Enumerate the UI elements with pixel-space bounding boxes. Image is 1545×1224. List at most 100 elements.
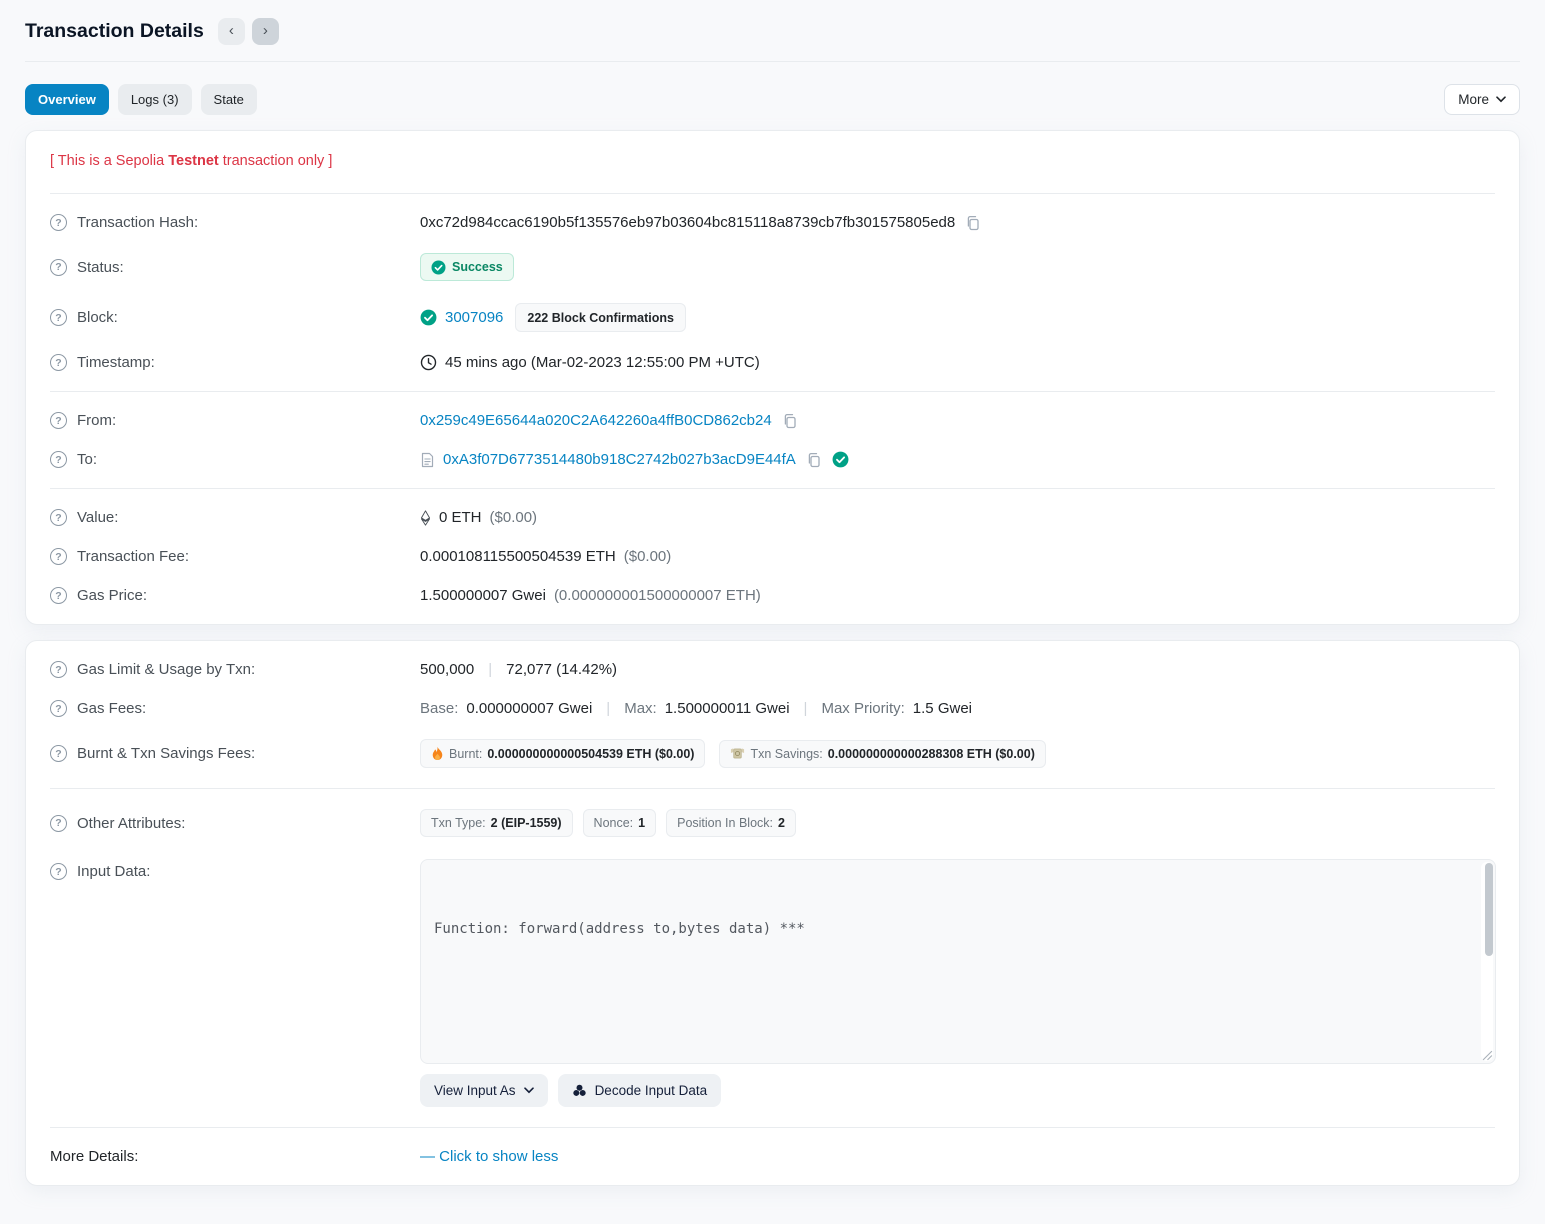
status-label: Status: bbox=[77, 259, 124, 276]
testnet-notice: [ This is a Sepolia Testnet transaction … bbox=[50, 140, 1495, 184]
copy-hash-button[interactable] bbox=[963, 215, 983, 231]
resize-grip[interactable] bbox=[1482, 1050, 1493, 1061]
status-text: Success bbox=[452, 260, 503, 274]
help-icon[interactable]: ? bbox=[50, 509, 67, 526]
transaction-fee-usd: ($0.00) bbox=[624, 548, 672, 565]
next-txn-button[interactable]: › bbox=[252, 18, 279, 45]
check-circle-icon bbox=[420, 309, 437, 326]
max-priority-label: Max Priority: bbox=[821, 700, 904, 717]
page-title: Transaction Details bbox=[25, 20, 204, 43]
clock-icon bbox=[420, 354, 437, 371]
help-icon[interactable]: ? bbox=[50, 451, 67, 468]
copy-icon bbox=[965, 215, 981, 231]
page-header: Transaction Details ‹ › bbox=[25, 18, 1520, 45]
txn-type-value: 2 (EIP-1559) bbox=[491, 816, 562, 830]
gas-limit-label: Gas Limit & Usage by Txn: bbox=[77, 661, 255, 678]
show-less-link[interactable]: — Click to show less bbox=[420, 1148, 558, 1165]
transaction-details-page: Transaction Details ‹ › Overview Logs (3… bbox=[0, 0, 1545, 1186]
help-icon[interactable]: ? bbox=[50, 214, 67, 231]
money-wings-icon bbox=[730, 747, 745, 760]
status-row: ? Status: Success bbox=[50, 242, 1495, 292]
tab-logs[interactable]: Logs (3) bbox=[118, 84, 192, 115]
timestamp-label: Timestamp: bbox=[77, 354, 155, 371]
block-number-link[interactable]: 3007096 bbox=[445, 309, 503, 326]
help-icon[interactable]: ? bbox=[50, 548, 67, 565]
help-icon[interactable]: ? bbox=[50, 863, 67, 880]
status-badge: Success bbox=[420, 253, 514, 281]
gas-fees-label: Gas Fees: bbox=[77, 700, 146, 717]
tab-bar: Overview Logs (3) State More bbox=[25, 84, 1520, 115]
gas-limit-row: ? Gas Limit & Usage by Txn: 500,000 | 72… bbox=[50, 650, 1495, 689]
help-icon[interactable]: ? bbox=[50, 700, 67, 717]
chevron-down-icon bbox=[524, 1087, 534, 1094]
other-attributes-row: ? Other Attributes: Txn Type: 2 (EIP-155… bbox=[50, 798, 1495, 848]
details-card: ? Gas Limit & Usage by Txn: 500,000 | 72… bbox=[25, 640, 1520, 1186]
transaction-fee-row: ? Transaction Fee: 0.000108115500504539 … bbox=[50, 537, 1495, 576]
gas-price-label: Gas Price: bbox=[77, 587, 147, 604]
decode-input-data-button[interactable]: Decode Input Data bbox=[558, 1074, 722, 1107]
header-divider bbox=[25, 61, 1520, 62]
separator: | bbox=[600, 700, 616, 717]
other-attributes-label: Other Attributes: bbox=[77, 815, 185, 832]
from-label: From: bbox=[77, 412, 116, 429]
position-value: 2 bbox=[778, 816, 785, 830]
to-label: To: bbox=[77, 451, 97, 468]
burnt-savings-label: Burnt & Txn Savings Fees: bbox=[77, 745, 255, 762]
burnt-value: 0.000000000000504539 ETH ($0.00) bbox=[487, 747, 694, 761]
tab-overview[interactable]: Overview bbox=[25, 84, 109, 115]
txn-nav: ‹ › bbox=[218, 18, 279, 45]
copy-from-button[interactable] bbox=[780, 413, 800, 429]
help-icon[interactable]: ? bbox=[50, 587, 67, 604]
position-badge: Position In Block: 2 bbox=[666, 809, 796, 837]
transaction-hash-label: Transaction Hash: bbox=[77, 214, 198, 231]
divider bbox=[50, 488, 1495, 489]
chevron-down-icon bbox=[1496, 96, 1506, 103]
divider bbox=[50, 193, 1495, 194]
to-address-link[interactable]: 0xA3f07D6773514480b918C2742b027b3acD9E44… bbox=[443, 451, 796, 468]
gas-used-value: 72,077 (14.42%) bbox=[506, 661, 617, 678]
copy-to-button[interactable] bbox=[804, 452, 824, 468]
more-dropdown-button[interactable]: More bbox=[1444, 84, 1520, 115]
view-input-as-button[interactable]: View Input As bbox=[420, 1074, 548, 1107]
previous-txn-button[interactable]: ‹ bbox=[218, 18, 245, 45]
timestamp-row: ? Timestamp: 45 mins ago (Mar-02-2023 12… bbox=[50, 343, 1495, 382]
tab-state[interactable]: State bbox=[201, 84, 257, 115]
block-row: ? Block: 3007096 222 Block Confirmations bbox=[50, 292, 1495, 343]
gas-limit-value: 500,000 bbox=[420, 661, 474, 678]
txn-savings-value: 0.000000000000288308 ETH ($0.00) bbox=[828, 747, 1035, 761]
value-row: ? Value: 0 ETH ($0.00) bbox=[50, 498, 1495, 537]
block-confirmations-badge: 222 Block Confirmations bbox=[515, 303, 686, 332]
help-icon[interactable]: ? bbox=[50, 354, 67, 371]
more-details-row: More Details: — Click to show less bbox=[50, 1137, 1495, 1176]
value-label: Value: bbox=[77, 509, 118, 526]
gas-price-amount: 1.500000007 Gwei bbox=[420, 587, 546, 604]
from-address-link[interactable]: 0x259c49E65644a020C2A642260a4ffB0CD862cb… bbox=[420, 412, 772, 429]
txn-savings-label: Txn Savings: bbox=[750, 747, 822, 761]
txn-type-label: Txn Type: bbox=[431, 816, 486, 830]
help-icon[interactable]: ? bbox=[50, 815, 67, 832]
nonce-label: Nonce: bbox=[594, 816, 634, 830]
input-data-row: ? Input Data: Function: forward(address … bbox=[50, 848, 1495, 1118]
help-icon[interactable]: ? bbox=[50, 412, 67, 429]
scrollbar-thumb[interactable] bbox=[1485, 863, 1493, 956]
input-data-line: Function: forward(address to,bytes data)… bbox=[434, 917, 1469, 941]
value-usd: ($0.00) bbox=[490, 509, 538, 526]
help-icon[interactable]: ? bbox=[50, 259, 67, 276]
txn-savings-badge: Txn Savings: 0.000000000000288308 ETH ($… bbox=[719, 740, 1045, 768]
base-fee-value: 0.000000007 Gwei bbox=[466, 700, 592, 717]
block-label: Block: bbox=[77, 309, 118, 326]
help-icon[interactable]: ? bbox=[50, 661, 67, 678]
input-data-box[interactable]: Function: forward(address to,bytes data)… bbox=[420, 859, 1496, 1064]
timestamp-value: 45 mins ago (Mar-02-2023 12:55:00 PM +UT… bbox=[445, 354, 760, 371]
gas-price-eth: (0.000000001500000007 ETH) bbox=[554, 587, 761, 604]
gas-price-row: ? Gas Price: 1.500000007 Gwei (0.0000000… bbox=[50, 576, 1495, 615]
decode-icon bbox=[572, 1083, 587, 1098]
transaction-hash-row: ? Transaction Hash: 0xc72d984ccac6190b5f… bbox=[50, 203, 1495, 242]
max-fee-label: Max: bbox=[624, 700, 657, 717]
from-row: ? From: 0x259c49E65644a020C2A642260a4ffB… bbox=[50, 401, 1495, 440]
burnt-badge: Burnt: 0.000000000000504539 ETH ($0.00) bbox=[420, 739, 705, 768]
help-icon[interactable]: ? bbox=[50, 745, 67, 762]
max-fee-value: 1.500000011 Gwei bbox=[665, 700, 790, 717]
help-icon[interactable]: ? bbox=[50, 309, 67, 326]
transaction-fee-amount: 0.000108115500504539 ETH bbox=[420, 548, 616, 565]
